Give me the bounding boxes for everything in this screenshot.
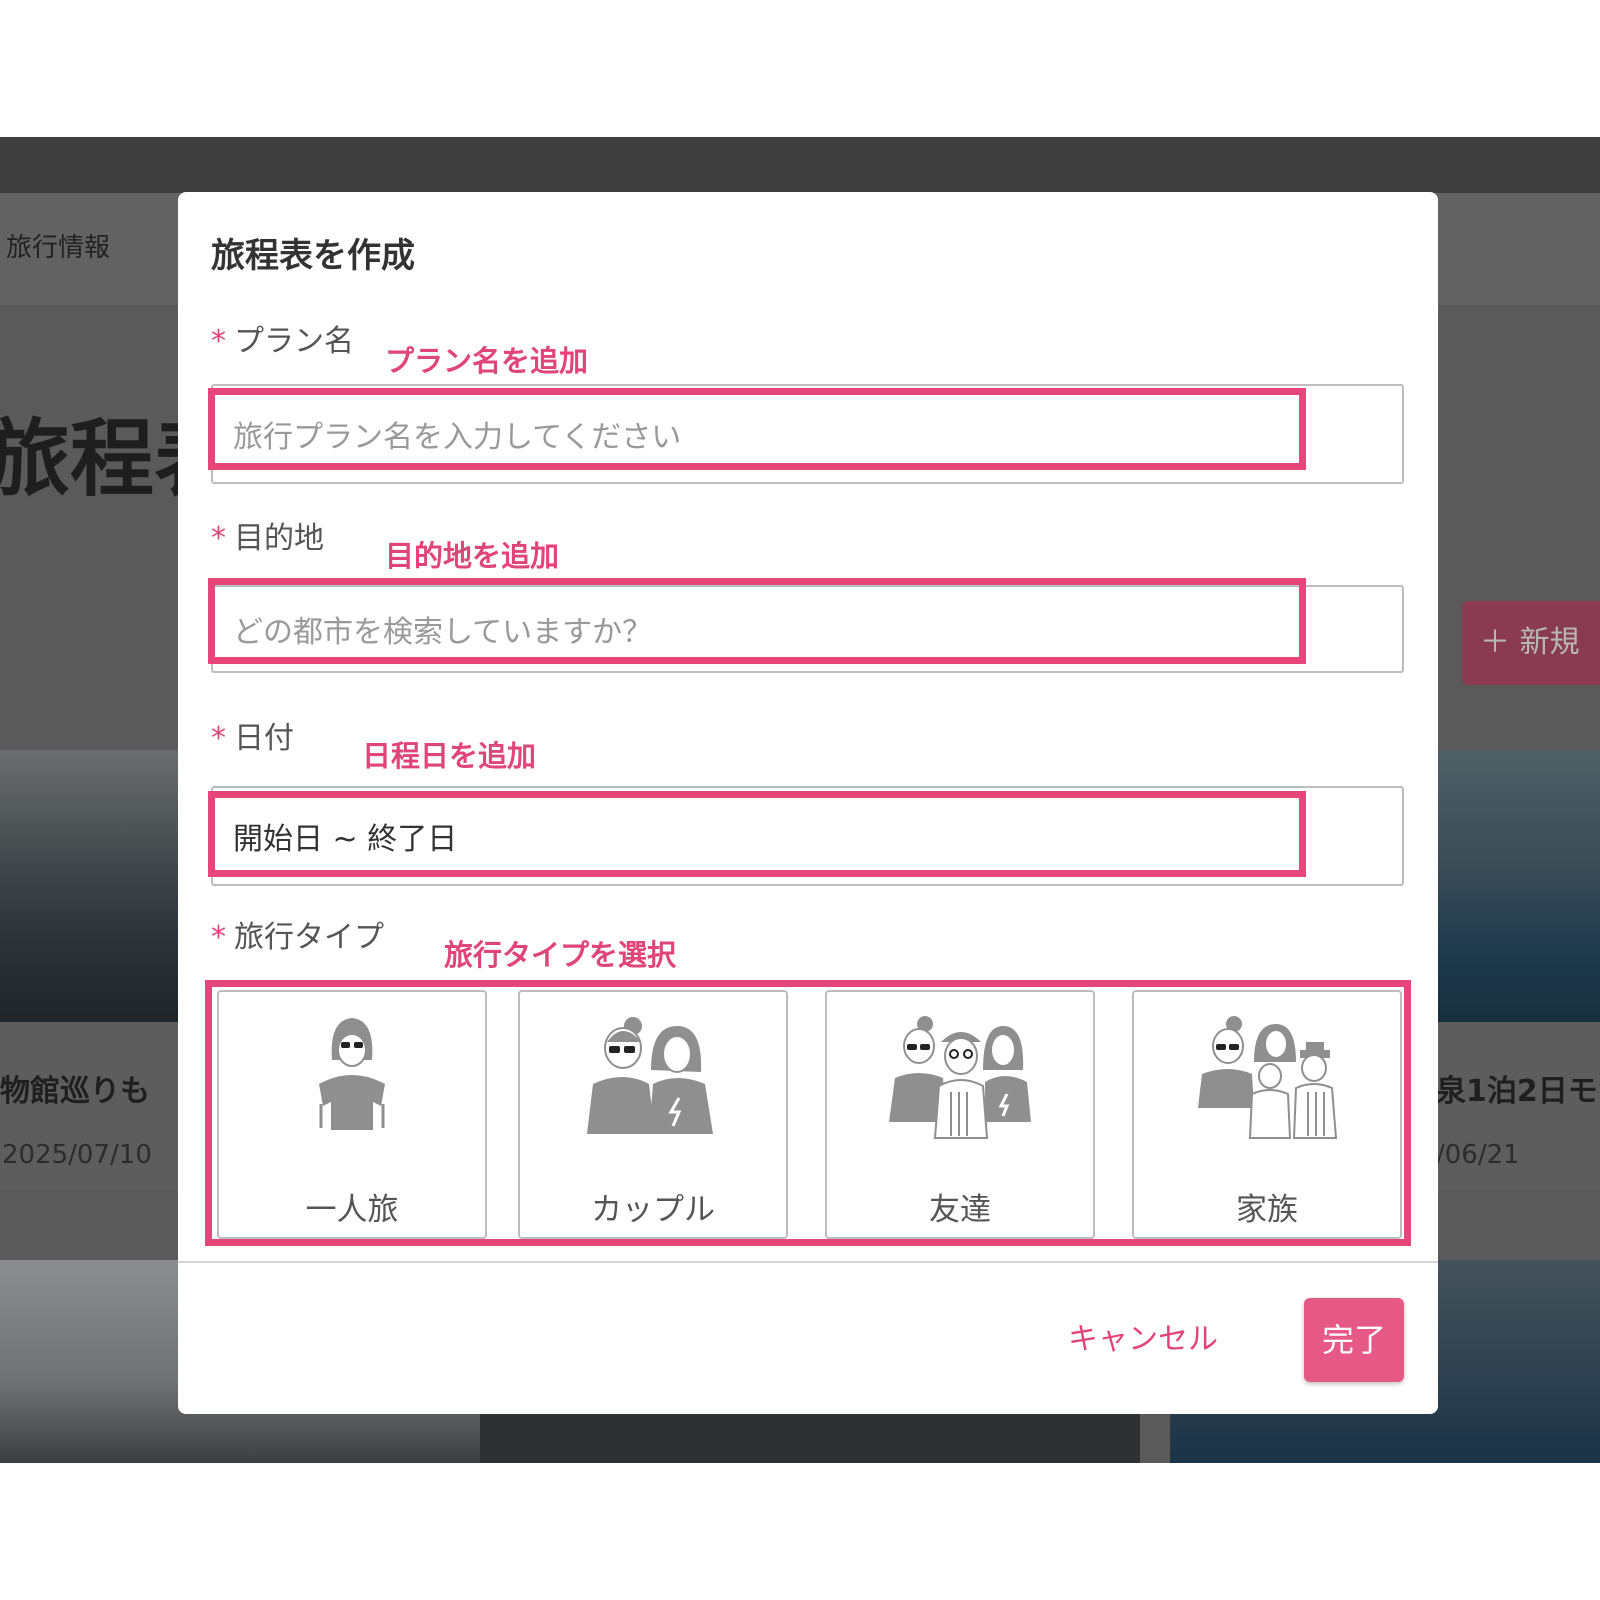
required-mark: * — [211, 721, 226, 756]
trip-type-label-family: 家族 — [1236, 1192, 1298, 1228]
trip-type-label-friends: 友達 — [929, 1192, 991, 1228]
trip-type-family[interactable]: 家族 — [1132, 990, 1402, 1239]
trip-type-solo[interactable]: 一人旅 — [217, 990, 487, 1239]
label-text: 旅行タイプ — [234, 920, 384, 955]
trip-type-label: * 旅行タイプ — [211, 912, 384, 956]
trip-type-label-solo: 一人旅 — [305, 1192, 399, 1228]
trip-type-label-couple: カップル — [591, 1192, 715, 1228]
card-title: 泉1泊2日モ — [1436, 1074, 1598, 1109]
top-bar — [0, 137, 1600, 193]
destination-label: * 目的地 — [211, 513, 324, 557]
trip-type-friends[interactable]: 友達 — [825, 990, 1095, 1239]
card-title: 物館巡りも — [0, 1074, 150, 1109]
date-label: * 日付 — [211, 713, 294, 757]
dialog-title: 旅程表を作成 — [211, 236, 415, 276]
trip-type-annotation: 旅行タイプを選択 — [444, 938, 677, 972]
destination-search-input[interactable]: どの都市を検索していますか？ — [211, 585, 1404, 673]
card-image[interactable] — [1436, 750, 1600, 1022]
label-text: 目的地 — [234, 521, 324, 556]
plan-name-label: * プラン名 — [211, 316, 354, 360]
nav-item-travel-info[interactable]: 旅行情報 — [6, 227, 110, 264]
done-button[interactable]: 完了 — [1304, 1298, 1404, 1382]
required-mark: * — [211, 324, 226, 359]
date-annotation: 日程日を追加 — [362, 739, 537, 773]
trip-type-couple[interactable]: カップル — [518, 990, 788, 1239]
create-itinerary-dialog: 旅程表を作成 * プラン名 プラン名を追加 旅行プラン名を入力してください * 目的… — [178, 192, 1438, 1414]
card-image[interactable] — [0, 750, 180, 1022]
card-info[interactable]: 泉1泊2日モ /06/21 — [1436, 1022, 1600, 1190]
card-date: 2025/07/10 — [2, 1140, 152, 1170]
label-text: プラン名 — [234, 324, 354, 359]
solo-traveler-icon — [319, 1018, 385, 1130]
friends-icon — [889, 1016, 1031, 1139]
destination-annotation: 目的地を追加 — [385, 539, 560, 573]
required-mark: * — [211, 920, 226, 955]
new-plan-button[interactable]: ＋ 新規 — [1462, 601, 1600, 685]
date-range-input[interactable]: 開始日 ~ 終了日 — [211, 786, 1404, 886]
plan-name-annotation: プラン名を追加 — [385, 344, 589, 378]
label-text: 日付 — [234, 721, 294, 756]
family-icon — [1198, 1016, 1338, 1139]
cancel-button[interactable]: キャンセル — [1068, 1314, 1218, 1358]
footer-divider — [178, 1261, 1438, 1263]
plan-name-input[interactable]: 旅行プラン名を入力してください — [211, 384, 1404, 484]
couple-icon — [587, 1017, 713, 1134]
card-date: /06/21 — [1436, 1140, 1520, 1170]
card-info[interactable]: 物館巡りも 2025/07/10 — [0, 1022, 180, 1190]
required-mark: * — [211, 521, 226, 556]
